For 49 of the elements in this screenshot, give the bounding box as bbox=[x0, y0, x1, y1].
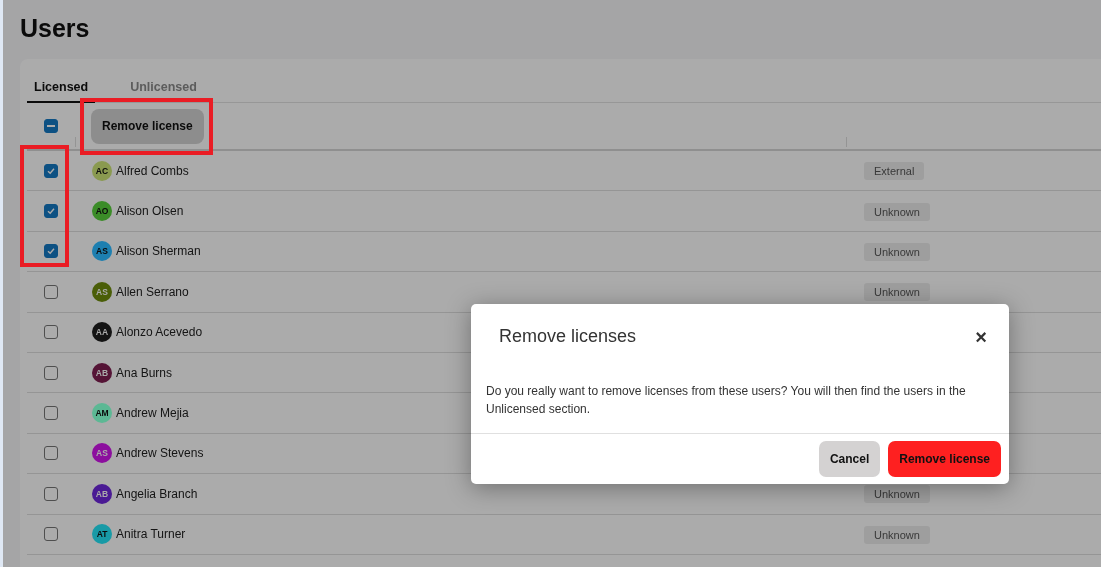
avatar: AT bbox=[92, 524, 112, 545]
avatar: AA bbox=[92, 322, 112, 343]
check-icon bbox=[47, 247, 55, 256]
user-name: Alonzo Acevedo bbox=[116, 325, 203, 340]
row-checkbox[interactable] bbox=[44, 284, 58, 299]
avatar: AO bbox=[92, 201, 112, 222]
check-icon bbox=[47, 166, 55, 175]
dialog-message: Do you really want to remove licenses from these users? You will then find the users in the Unlicensed section. bbox=[485, 383, 967, 418]
check-icon bbox=[47, 207, 55, 216]
minus-icon bbox=[47, 125, 55, 127]
avatar: AS bbox=[92, 443, 112, 464]
user-type-badge: External bbox=[864, 162, 925, 181]
avatar: AC bbox=[92, 160, 112, 181]
avatar: AS bbox=[92, 281, 112, 302]
user-type-badge: Unknown bbox=[864, 485, 930, 504]
row-checkbox[interactable] bbox=[44, 446, 58, 461]
avatar: AM bbox=[92, 403, 112, 424]
user-name: Alison Olsen bbox=[116, 204, 184, 219]
tab[interactable]: Licensed bbox=[27, 75, 96, 103]
avatar: AB bbox=[92, 362, 112, 383]
user-name: Alison Sherman bbox=[116, 244, 201, 259]
user-name: Andrew Mejia bbox=[116, 406, 189, 421]
user-type-badge: Unknown bbox=[864, 242, 930, 261]
close-button[interactable]: × bbox=[975, 326, 987, 347]
user-type-badge: Unknown bbox=[864, 525, 930, 544]
avatar: AS bbox=[92, 241, 112, 262]
cancel-button[interactable]: Cancel bbox=[818, 441, 881, 477]
user-name: Alfred Combs bbox=[116, 163, 189, 178]
user-name: Ana Burns bbox=[116, 365, 173, 380]
row-checkbox[interactable] bbox=[44, 244, 58, 259]
row-checkbox[interactable] bbox=[44, 204, 58, 219]
user-name: Angelia Branch bbox=[116, 486, 198, 501]
dialog-title: Remove licenses bbox=[499, 326, 637, 347]
user-name: Anitra Turner bbox=[116, 527, 186, 542]
user-type-badge: Unknown bbox=[864, 202, 930, 221]
user-name: Allen Serrano bbox=[116, 284, 189, 299]
page-title: Users bbox=[20, 14, 91, 43]
row-checkbox[interactable] bbox=[44, 163, 58, 178]
user-name: Andrew Stevens bbox=[116, 446, 204, 461]
row-checkbox[interactable] bbox=[44, 406, 58, 421]
row-checkbox[interactable] bbox=[44, 325, 58, 340]
row-checkbox[interactable] bbox=[44, 486, 58, 501]
confirm-button[interactable]: Remove license bbox=[888, 441, 1001, 477]
row-checkbox[interactable] bbox=[44, 365, 58, 380]
remove-license-button[interactable]: Remove license bbox=[91, 108, 204, 144]
user-type-badge: Unknown bbox=[864, 283, 930, 302]
row-checkbox[interactable] bbox=[44, 527, 58, 542]
avatar: AB bbox=[92, 483, 112, 504]
select-all-checkbox[interactable] bbox=[44, 119, 58, 133]
